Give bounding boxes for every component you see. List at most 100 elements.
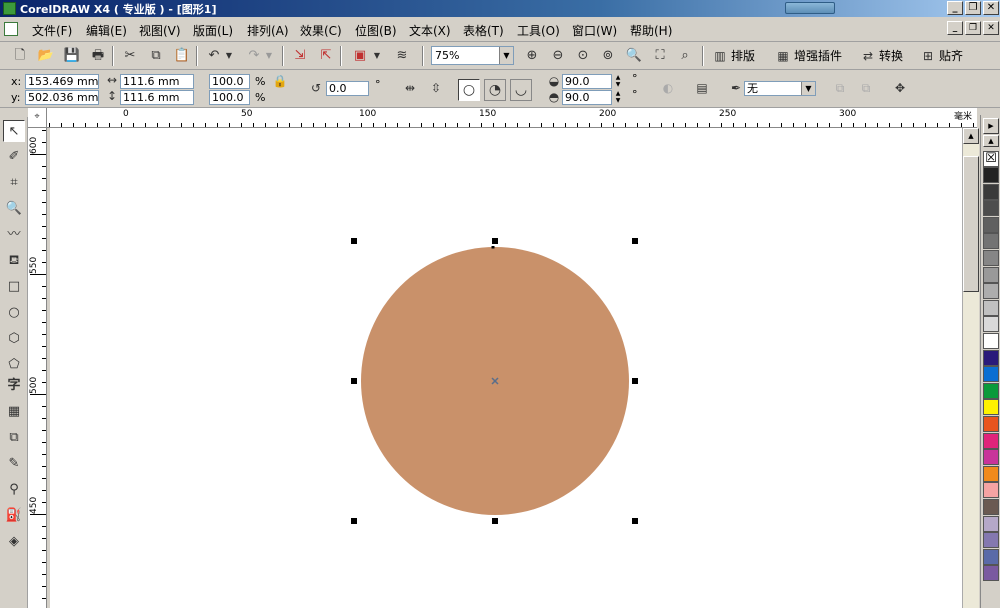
- height-field[interactable]: 111.6 mm: [120, 90, 194, 105]
- rotation-field[interactable]: 0.0: [326, 81, 369, 96]
- scale-x-field[interactable]: 100.0: [209, 74, 250, 89]
- eyedropper-tool-icon[interactable]: ✎: [3, 453, 25, 475]
- polygon-tool-icon[interactable]: ⬡: [3, 328, 25, 350]
- color-swatch[interactable]: [983, 416, 999, 432]
- fill-tool-icon[interactable]: ⛽: [3, 505, 25, 527]
- application-launcher-icon[interactable]: ▣: [350, 46, 370, 66]
- chevron-down-icon[interactable]: ▼: [499, 47, 513, 64]
- pick-tool-icon[interactable]: ↖: [3, 120, 25, 142]
- color-swatch[interactable]: [983, 382, 999, 399]
- color-swatch[interactable]: [983, 266, 999, 283]
- arc-shape-button[interactable]: ◡: [510, 79, 532, 101]
- menu-layout[interactable]: 版面(L): [193, 22, 233, 39]
- color-swatch[interactable]: [983, 515, 999, 532]
- color-swatch[interactable]: [983, 499, 999, 515]
- zoom-tool-icon[interactable]: 🔍: [3, 198, 25, 220]
- export-icon[interactable]: ⇱: [316, 46, 336, 66]
- color-swatch[interactable]: [983, 283, 999, 300]
- basic-shapes-tool-icon[interactable]: ⬠: [3, 354, 25, 376]
- scroll-thumb[interactable]: [963, 156, 979, 292]
- open-folder-icon[interactable]: 📂: [36, 46, 56, 66]
- shape-tool-icon[interactable]: ✐: [3, 146, 25, 168]
- import-icon[interactable]: ⇲: [290, 46, 310, 66]
- vertical-scrollbar[interactable]: ▲: [962, 128, 979, 608]
- freehand-tool-icon[interactable]: 〰: [3, 224, 25, 246]
- chevron-down-icon[interactable]: ▼: [801, 82, 815, 95]
- mirror-horizontal-icon[interactable]: ⇹: [402, 81, 418, 95]
- to-front-icon[interactable]: ⧉: [832, 81, 848, 96]
- zoom-width-icon[interactable]: ⛶: [650, 46, 670, 66]
- color-swatch[interactable]: [983, 167, 999, 183]
- handle-bottom-center[interactable]: [492, 518, 498, 524]
- handle-bottom-left[interactable]: [351, 518, 357, 524]
- new-document-icon[interactable]: 🗋: [10, 46, 30, 66]
- color-swatch[interactable]: [983, 333, 999, 349]
- document-icon[interactable]: [4, 22, 18, 36]
- palette-scroll-icon[interactable]: ▲: [983, 135, 999, 147]
- y-position-field[interactable]: 502.036 mm: [25, 90, 99, 105]
- direction-icon[interactable]: ◐: [660, 81, 676, 95]
- handle-top-right[interactable]: [632, 238, 638, 244]
- crop-tool-icon[interactable]: ⌗: [3, 172, 25, 194]
- ruler-origin[interactable]: ⌖: [28, 108, 47, 128]
- interactive-fill-tool-icon[interactable]: ◈: [3, 531, 25, 553]
- color-swatch[interactable]: [983, 565, 999, 582]
- color-swatch[interactable]: [983, 316, 999, 333]
- zoom-all-icon[interactable]: ⊚: [598, 46, 618, 66]
- handle-middle-left[interactable]: [351, 378, 357, 384]
- outline-width-select[interactable]: 无 ▼: [744, 81, 816, 96]
- redo-dropdown-icon[interactable]: ▼: [264, 46, 274, 66]
- handle-middle-right[interactable]: [632, 378, 638, 384]
- menu-file[interactable]: 文件(F): [32, 22, 72, 39]
- plugin-button[interactable]: ▦ 增强插件: [775, 46, 842, 66]
- print-icon[interactable]: 🖶: [88, 46, 108, 66]
- menu-view[interactable]: 视图(V): [139, 22, 181, 39]
- color-swatch[interactable]: [983, 532, 999, 549]
- save-icon[interactable]: 💾: [62, 46, 82, 66]
- scroll-up-icon[interactable]: ▲: [963, 128, 979, 144]
- convert-button[interactable]: ⇄ 转换: [860, 46, 903, 66]
- color-swatch[interactable]: [983, 449, 999, 466]
- menu-help[interactable]: 帮助(H): [630, 22, 672, 39]
- width-field[interactable]: 111.6 mm: [120, 74, 194, 89]
- copy-icon[interactable]: ⧉: [146, 46, 166, 66]
- pie-shape-button[interactable]: ◔: [484, 79, 506, 101]
- color-swatch[interactable]: [983, 250, 999, 266]
- color-swatch[interactable]: [983, 200, 999, 217]
- zoom-out-icon[interactable]: ⊖: [548, 46, 568, 66]
- text-tool-icon[interactable]: 字: [3, 375, 25, 397]
- minimize-button[interactable]: _: [947, 1, 963, 15]
- mirror-vertical-icon[interactable]: ⇳: [428, 81, 444, 95]
- start-angle-field[interactable]: 90.0: [562, 74, 612, 89]
- color-swatch[interactable]: [983, 548, 999, 565]
- vertical-ruler[interactable]: 600 550 500 450: [28, 128, 47, 608]
- end-angle-spinner[interactable]: ▲ ▼: [613, 90, 623, 105]
- wrap-text-icon[interactable]: ▤: [694, 81, 710, 95]
- outline-tool-icon[interactable]: ⚲: [3, 479, 25, 501]
- doc-close-button[interactable]: ✕: [983, 21, 999, 35]
- menu-tools[interactable]: 工具(O): [517, 22, 560, 39]
- zoom-height-icon[interactable]: ⌕: [675, 46, 695, 66]
- menu-arrange[interactable]: 排列(A): [247, 22, 289, 39]
- drawing-canvas[interactable]: [47, 128, 962, 608]
- zoom-page-icon[interactable]: 🔍: [624, 46, 644, 66]
- convert-to-curves-icon[interactable]: ✥: [892, 81, 908, 95]
- scale-y-field[interactable]: 100.0: [209, 90, 250, 105]
- no-color-swatch[interactable]: ☒: [983, 151, 999, 167]
- launcher-dropdown-icon[interactable]: ▼: [372, 46, 382, 66]
- maximize-button[interactable]: ❐: [965, 1, 981, 15]
- ellipse-tool-icon[interactable]: ○: [3, 302, 25, 324]
- redo-icon[interactable]: ↷: [244, 46, 264, 66]
- menu-table[interactable]: 表格(T): [463, 22, 504, 39]
- rectangle-tool-icon[interactable]: □: [3, 276, 25, 298]
- to-back-icon[interactable]: ⧉: [858, 81, 874, 96]
- palette-scroll-up-icon[interactable]: ▶: [983, 118, 999, 134]
- snap-button[interactable]: ⊞ 贴齐: [920, 46, 963, 66]
- color-swatch[interactable]: [983, 482, 999, 499]
- rotation-node[interactable]: [491, 246, 495, 249]
- doc-minimize-button[interactable]: _: [947, 21, 963, 35]
- paste-icon[interactable]: 📋: [172, 46, 192, 66]
- menu-text[interactable]: 文本(X): [409, 22, 451, 39]
- ellipse-shape-button[interactable]: ○: [458, 79, 480, 101]
- lock-ratio-icon[interactable]: 🔒: [272, 74, 288, 88]
